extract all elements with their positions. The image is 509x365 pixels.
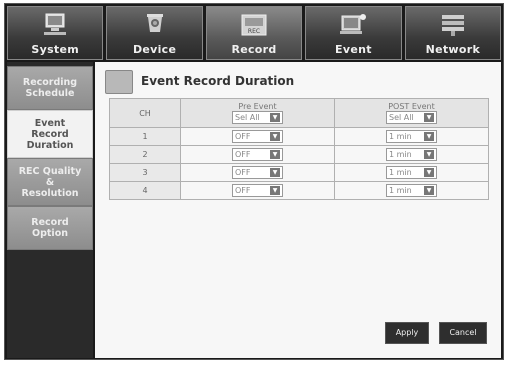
chevron-down-icon: ▼: [270, 132, 280, 141]
ch-header: CH: [109, 98, 181, 128]
select-value: OFF: [235, 168, 251, 177]
camera-icon: [146, 14, 163, 32]
select-value: Sel All: [389, 113, 414, 122]
post-event-header: POST Event Sel All ▼: [334, 98, 489, 128]
main-panel: Event Record Duration CH Pre Event Sel A…: [95, 62, 501, 358]
table-row: 2 OFF ▼ 1 min ▼: [109, 145, 489, 164]
sidebar-item-event-record-duration[interactable]: Event Record Duration: [7, 110, 93, 158]
tab-event[interactable]: Event: [305, 6, 402, 60]
chevron-down-icon: ▼: [270, 113, 280, 122]
cancel-button[interactable]: Cancel: [439, 322, 487, 344]
pre-event-cell: OFF ▼: [180, 145, 335, 164]
sidebar-item-label: REC Quality & Resolution: [18, 165, 82, 199]
post-event-select[interactable]: 1 min ▼: [386, 166, 437, 179]
tab-label: Device: [132, 43, 177, 56]
chevron-down-icon: ▼: [270, 186, 280, 195]
chevron-down-icon: ▼: [424, 132, 434, 141]
apply-button[interactable]: Apply: [385, 322, 429, 344]
select-value: 1 min: [389, 168, 412, 177]
sidebar-item-label: Record Option: [31, 217, 69, 239]
sidebar-item-label: Event Record Duration: [26, 117, 74, 151]
tab-record[interactable]: REC Record: [205, 6, 303, 60]
pre-event-select[interactable]: OFF ▼: [232, 166, 283, 179]
select-value: OFF: [235, 186, 251, 195]
chevron-down-icon: ▼: [424, 150, 434, 159]
post-event-cell: 1 min ▼: [334, 127, 489, 146]
tab-system[interactable]: System: [7, 6, 104, 60]
rec-icon: REC: [241, 14, 267, 36]
select-value: 1 min: [389, 150, 412, 159]
pre-event-select[interactable]: OFF ▼: [232, 148, 283, 161]
post-event-cell: 1 min ▼: [334, 145, 489, 164]
svg-text:REC: REC: [248, 28, 260, 35]
tab-label: Network: [425, 43, 481, 56]
pre-event-header: Pre Event Sel All ▼: [180, 98, 335, 128]
select-value: Sel All: [235, 113, 260, 122]
page-title: Event Record Duration: [141, 74, 295, 88]
post-event-select[interactable]: 1 min ▼: [386, 148, 437, 161]
sidebar-item-rec-quality-resolution[interactable]: REC Quality & Resolution: [7, 158, 93, 206]
post-event-cell: 1 min ▼: [334, 163, 489, 182]
record-submenu: Recording Schedule Event Record Duration…: [7, 62, 93, 358]
pre-event-select[interactable]: OFF ▼: [232, 130, 283, 143]
pre-event-select[interactable]: OFF ▼: [232, 184, 283, 197]
select-value: OFF: [235, 150, 251, 159]
chevron-down-icon: ▼: [424, 113, 434, 122]
post-event-cell: 1 min ▼: [334, 181, 489, 200]
sidebar-item-recording-schedule[interactable]: Recording Schedule: [7, 66, 93, 110]
table-row: 1 OFF ▼ 1 min ▼: [109, 127, 489, 146]
tab-device[interactable]: Device: [106, 6, 203, 60]
post-event-select-all[interactable]: Sel All ▼: [386, 111, 437, 124]
tab-label: Event: [335, 43, 372, 56]
table-row: 3 OFF ▼ 1 min ▼: [109, 163, 489, 182]
select-value: 1 min: [389, 186, 412, 195]
pre-event-select-all[interactable]: Sel All ▼: [232, 111, 283, 124]
dvr-window: System Device REC Record Event Network R…: [4, 3, 504, 360]
select-value: OFF: [235, 132, 251, 141]
chevron-down-icon: ▼: [424, 186, 434, 195]
post-event-select[interactable]: 1 min ▼: [386, 184, 437, 197]
table-header-row: CH Pre Event Sel All ▼ POST Event Sel Al…: [109, 98, 489, 128]
monitor-icon: [44, 13, 67, 35]
event-icon: [340, 14, 367, 34]
sidebar-item-label: Recording Schedule: [22, 77, 78, 99]
ch-cell: 3: [109, 163, 181, 182]
pre-event-cell: OFF ▼: [180, 181, 335, 200]
tab-network[interactable]: Network: [404, 6, 502, 60]
tab-label: System: [31, 43, 80, 56]
tab-label: Record: [231, 43, 277, 56]
network-icon: [441, 15, 464, 36]
event-duration-table: CH Pre Event Sel All ▼ POST Event Sel Al…: [109, 98, 489, 200]
ch-cell: 4: [109, 181, 181, 200]
pre-event-cell: OFF ▼: [180, 127, 335, 146]
pre-event-cell: OFF ▼: [180, 163, 335, 182]
table-row: 4 OFF ▼ 1 min ▼: [109, 181, 489, 200]
pre-event-label: Pre Event: [238, 102, 277, 111]
main-menu-bar: System Device REC Record Event Network: [7, 6, 502, 60]
chevron-down-icon: ▼: [270, 150, 280, 159]
chevron-down-icon: ▼: [424, 168, 434, 177]
ch-cell: 2: [109, 145, 181, 164]
select-value: 1 min: [389, 132, 412, 141]
post-event-select[interactable]: 1 min ▼: [386, 130, 437, 143]
record-duration-icon: [105, 70, 133, 94]
chevron-down-icon: ▼: [270, 168, 280, 177]
ch-cell: 1: [109, 127, 181, 146]
post-event-label: POST Event: [388, 102, 435, 111]
sidebar-item-record-option[interactable]: Record Option: [7, 206, 93, 250]
